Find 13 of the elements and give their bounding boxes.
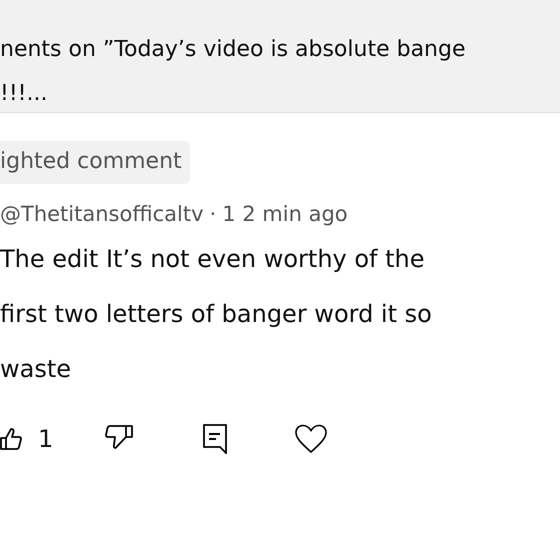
highlighted-comment-badge: ighted comment bbox=[0, 141, 190, 184]
thumbs-up-icon[interactable] bbox=[0, 427, 22, 451]
comment-time: 1 2 min ago bbox=[222, 202, 348, 226]
separator: · bbox=[210, 202, 216, 226]
comment-icon[interactable] bbox=[203, 424, 228, 454]
heart-icon[interactable] bbox=[295, 424, 328, 454]
comment-text: waste bbox=[0, 354, 72, 385]
comment-author[interactable]: @Thetitansofficaltv bbox=[0, 202, 204, 226]
video-title-text: nents on ”Today’s video is absolute bange bbox=[0, 36, 466, 64]
like-count: 1 bbox=[38, 425, 54, 453]
comment-text: The edit It’s not even worthy of the bbox=[0, 244, 425, 275]
comment-text: first two letters of banger word it so bbox=[0, 299, 432, 330]
video-title-text: !!!... bbox=[0, 80, 48, 108]
